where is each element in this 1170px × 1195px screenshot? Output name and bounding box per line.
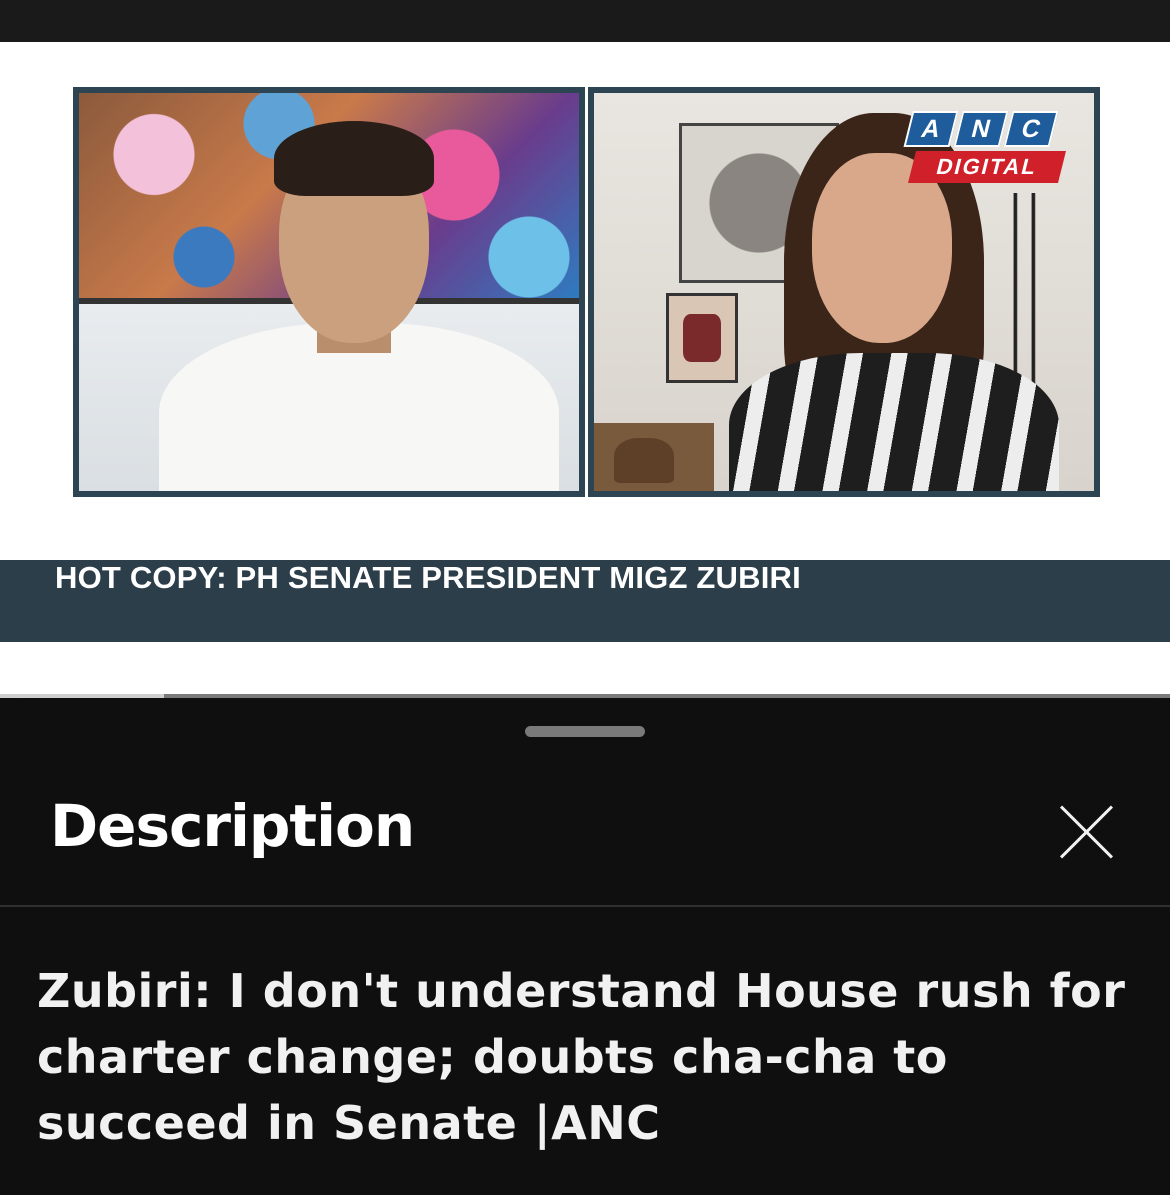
logo-digital: DIGITAL [908, 151, 1066, 183]
wall-art-small [666, 293, 738, 383]
video-progress-fill [0, 694, 164, 698]
sheet-drag-handle[interactable] [525, 726, 645, 737]
close-icon[interactable] [1048, 794, 1124, 870]
video-progress-bar[interactable] [0, 694, 1170, 698]
video-title: Zubiri: I don't understand House rush fo… [37, 964, 1126, 1150]
sheet-title: Description [50, 792, 415, 860]
divider [0, 905, 1170, 907]
video-frame-host: A N C DIGITAL [588, 87, 1100, 497]
video-frame-guest [73, 87, 585, 497]
logo-letter-n: N [953, 111, 1009, 147]
status-bar [0, 0, 1170, 42]
anc-digital-logo: A N C DIGITAL [903, 111, 1076, 189]
logo-letter-c: C [1003, 111, 1059, 147]
lower-third-banner: HOT COPY: PH SENATE PRESIDENT MIGZ ZUBIR… [0, 560, 1170, 642]
video-player[interactable]: A N C DIGITAL HOT COPY: PH SENATE PRESID… [0, 42, 1170, 698]
lower-third-text: HOT COPY: PH SENATE PRESIDENT MIGZ ZUBIR… [55, 560, 801, 595]
description-sheet: Description Zubiri: I don't understand H… [0, 700, 1170, 1195]
logo-letter-a: A [903, 111, 959, 147]
